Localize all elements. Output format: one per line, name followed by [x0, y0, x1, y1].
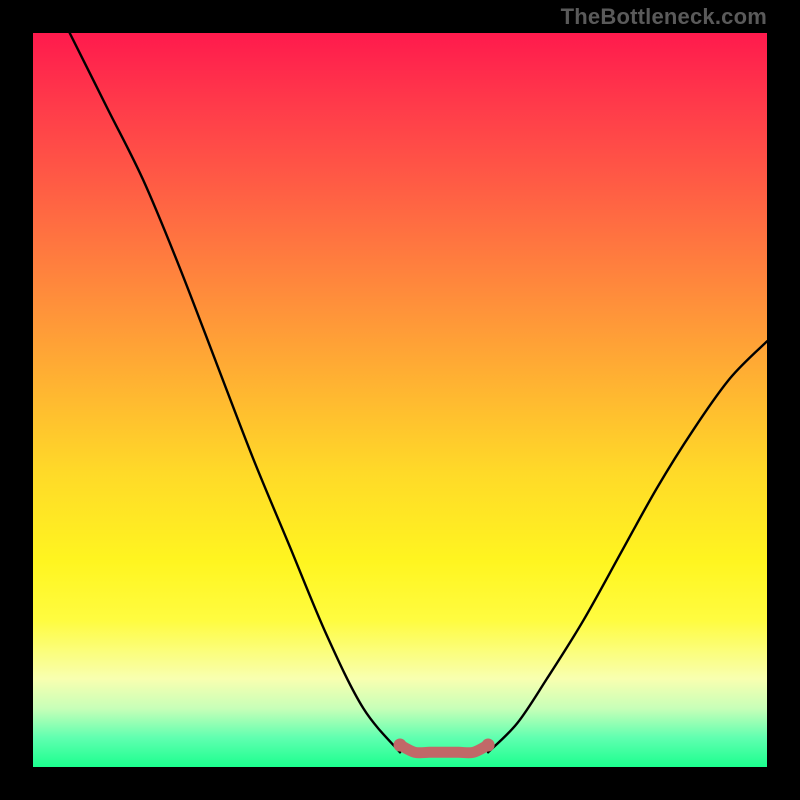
optimal-band-marker [400, 745, 488, 753]
watermark-text: TheBottleneck.com [561, 4, 767, 30]
bottleneck-curve-left [70, 33, 400, 752]
bottleneck-curve-right [488, 341, 767, 752]
plot-area [33, 33, 767, 767]
chart-container: TheBottleneck.com [0, 0, 800, 800]
optimal-band-dot-left [394, 739, 407, 752]
chart-svg [33, 33, 767, 767]
optimal-band-dot-right [482, 739, 495, 752]
